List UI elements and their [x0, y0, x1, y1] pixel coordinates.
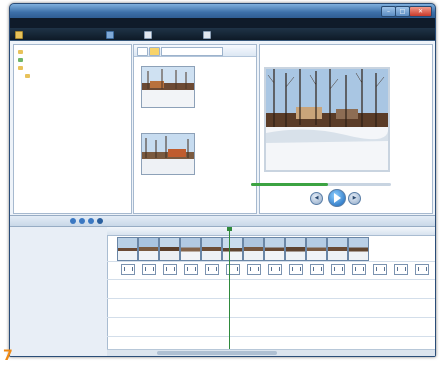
timeline-clip[interactable] [117, 237, 138, 261]
transition-marker[interactable] [352, 264, 366, 275]
transition-marker[interactable] [184, 264, 198, 275]
timeline [10, 227, 435, 356]
play-button[interactable] [328, 189, 346, 207]
timeline-clip[interactable] [201, 237, 222, 261]
effects-icon[interactable] [144, 31, 152, 39]
preview-screen [264, 67, 390, 172]
transition-marker[interactable] [121, 264, 135, 275]
maximize-icon: □ [399, 8, 406, 15]
toolbar [10, 28, 435, 41]
folder-icon [18, 49, 23, 54]
collection-toolbar [134, 45, 256, 57]
page-badge: 7 [3, 348, 13, 364]
transition-marker[interactable] [415, 264, 429, 275]
zoom-out-icon[interactable] [79, 218, 85, 224]
undo-icon[interactable] [106, 31, 114, 39]
rewind-icon: ◀ [314, 195, 319, 201]
fast-forward-button[interactable]: ▶ [348, 192, 361, 205]
transition-marker[interactable] [394, 264, 408, 275]
folder-icon[interactable] [149, 47, 160, 56]
folder-icon[interactable] [15, 31, 23, 39]
minimize-icon: – [387, 8, 390, 15]
rewind-button[interactable]: ◀ [310, 192, 323, 205]
timeline-clip[interactable] [243, 237, 264, 261]
play-icon [334, 193, 341, 203]
main-content: ◀ ▶ [10, 41, 435, 356]
titles-track [107, 337, 435, 348]
timeline-clip[interactable] [159, 237, 180, 261]
transition-marker[interactable] [310, 264, 324, 275]
minimize-button[interactable]: – [381, 6, 396, 17]
clip-thumbnail[interactable] [141, 133, 195, 175]
transition-marker[interactable] [163, 264, 177, 275]
timeline-clip[interactable] [180, 237, 201, 261]
timeline-scrollbar[interactable] [107, 349, 435, 356]
tree-item[interactable] [25, 73, 32, 79]
video-track [107, 236, 435, 262]
transition-marker[interactable] [142, 264, 156, 275]
fast-forward-icon: ▶ [352, 195, 357, 201]
close-button[interactable]: ✕ [409, 6, 432, 17]
preview-seek-bar[interactable] [251, 183, 391, 186]
seek-bar-progress [251, 183, 328, 186]
transition-marker[interactable] [331, 264, 345, 275]
zoom-in-icon[interactable] [70, 218, 76, 224]
transition-marker[interactable] [289, 264, 303, 275]
timeline-clip[interactable] [222, 237, 243, 261]
timeline-ruler[interactable] [107, 227, 435, 236]
timeline-clip[interactable] [138, 237, 159, 261]
timeline-clip[interactable] [327, 237, 348, 261]
music-track [107, 318, 435, 337]
transition-marker[interactable] [247, 264, 261, 275]
timeline-toolbar [10, 215, 435, 227]
movie-maker-window: – □ ✕ ◀ ▶ [9, 3, 436, 357]
navigation-pane [13, 44, 132, 214]
effects-track [107, 280, 435, 299]
menu-bar [10, 18, 435, 28]
transition-marker[interactable] [205, 264, 219, 275]
tree-item[interactable] [18, 57, 25, 63]
folder-icon [18, 65, 23, 70]
collection-pane [133, 44, 257, 214]
timeline-row-labels [10, 227, 108, 356]
maximize-button[interactable]: □ [395, 6, 410, 17]
folder-icon [25, 73, 30, 78]
timeline-scrollbar-thumb[interactable] [157, 351, 277, 355]
audio-track [107, 299, 435, 318]
preview-pane: ◀ ▶ [251, 44, 433, 214]
folder-icon [18, 57, 23, 62]
timeline-clip[interactable] [264, 237, 285, 261]
close-icon: ✕ [417, 8, 424, 15]
clip-thumbnail[interactable] [141, 66, 195, 108]
timeline-clip[interactable] [285, 237, 306, 261]
transition-track [107, 262, 435, 280]
play-timeline-icon[interactable] [97, 218, 103, 224]
rewind-timeline-icon[interactable] [88, 218, 94, 224]
tree-item[interactable] [18, 65, 25, 71]
timeline-playhead[interactable] [227, 227, 232, 356]
title-bar[interactable]: – □ ✕ [10, 4, 435, 18]
transition-marker[interactable] [268, 264, 282, 275]
collection-dropdown[interactable] [161, 47, 223, 56]
timeline-clip[interactable] [348, 237, 369, 261]
tree-item[interactable] [18, 49, 25, 55]
publish-icon[interactable] [203, 31, 211, 39]
preview-frame-image [266, 69, 388, 170]
view-toggle-icon[interactable] [137, 47, 148, 56]
transition-marker[interactable] [373, 264, 387, 275]
timeline-clip[interactable] [306, 237, 327, 261]
